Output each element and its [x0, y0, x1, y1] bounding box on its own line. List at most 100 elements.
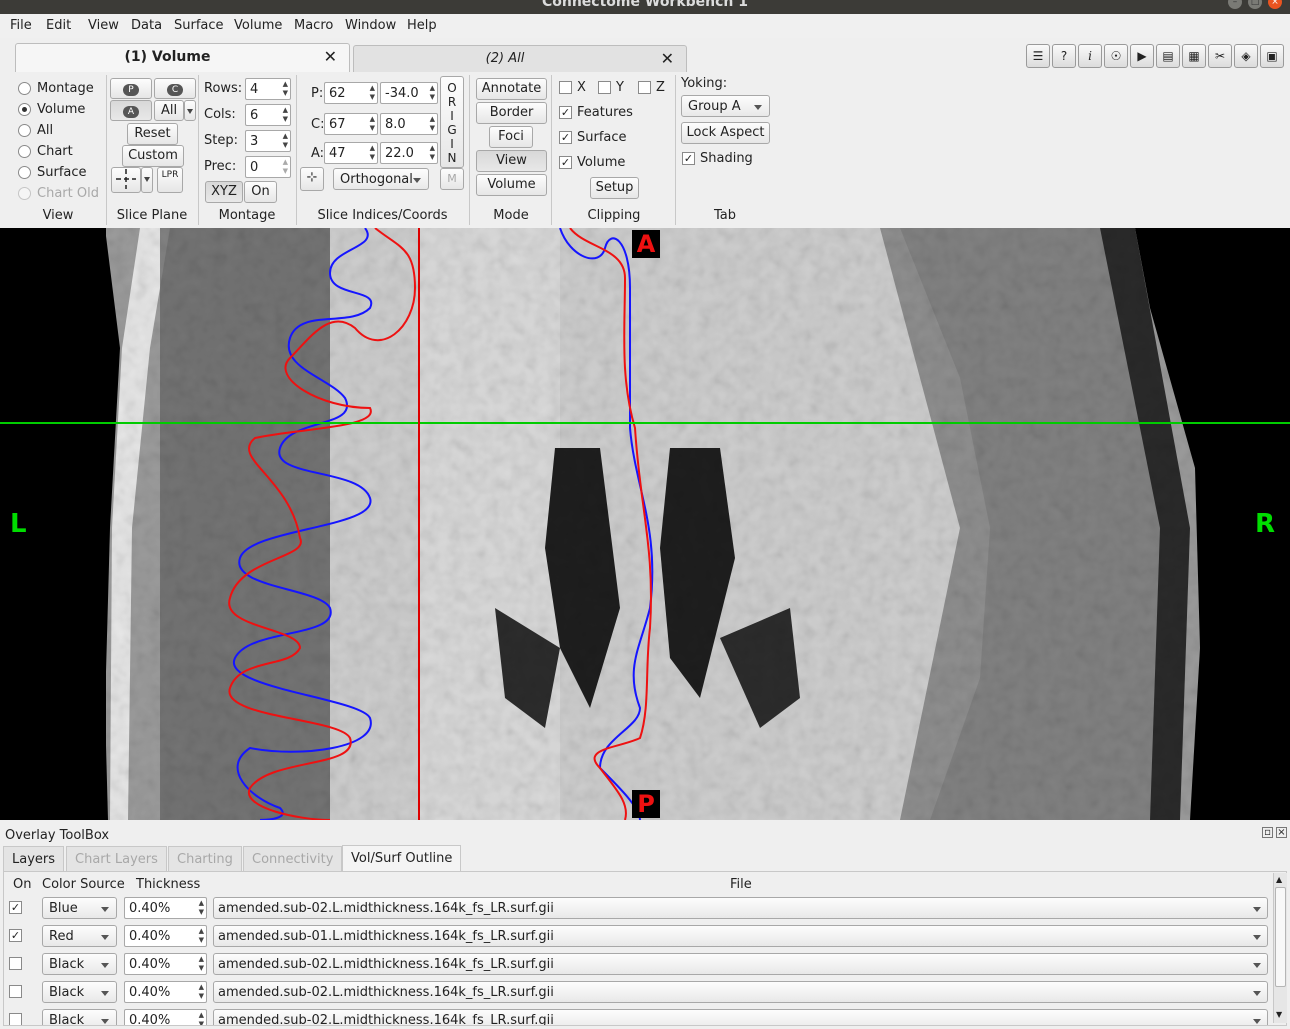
file-combo[interactable]: amended.sub-02.L.midthickness.164k_fs_LR…	[213, 897, 1268, 919]
reset-button[interactable]: Reset	[127, 123, 178, 145]
clip-surface-checkbox[interactable]: ✓	[559, 131, 572, 144]
prec-label: Prec:	[204, 159, 237, 174]
tab-layers[interactable]: Layers	[3, 846, 65, 871]
slice-parasagittal-button[interactable]: P	[110, 78, 152, 99]
custom-button[interactable]: Custom	[122, 145, 184, 167]
orientation-labels-button[interactable]: LPR	[157, 167, 183, 193]
color-source-combo[interactable]: Black	[42, 1009, 117, 1025]
color-source-combo[interactable]: Blue	[42, 897, 117, 919]
mode-annotate-button[interactable]: Annotate	[476, 78, 547, 100]
slice-coronal-button[interactable]: C	[154, 78, 196, 99]
scroll-up-icon[interactable]: ▲	[1276, 875, 1282, 884]
menu-bar: File Edit View Data Surface Volume Macro…	[0, 14, 1290, 38]
settings-icon[interactable]: ✂	[1208, 44, 1232, 68]
cols-spinbox[interactable]: 6 ▲ ▼	[245, 104, 291, 126]
thickness-spinbox[interactable]: 0.40% ▲ ▼	[124, 1009, 207, 1025]
menu-surface[interactable]: Surface	[174, 18, 224, 33]
c-coord-spinbox[interactable]: 8.0 ▲ ▼	[380, 113, 438, 135]
menu-volume[interactable]: Volume	[234, 18, 282, 33]
clip-features-checkbox[interactable]: ✓	[559, 106, 572, 119]
tab-volume[interactable]: (1) Volume ✕	[15, 43, 350, 72]
movie-icon[interactable]: ▶	[1130, 44, 1154, 68]
mode-view-button[interactable]: View	[476, 150, 547, 172]
tab-chart-layers: Chart Layers	[66, 846, 167, 871]
step-spinbox[interactable]: 3 ▲ ▼	[245, 130, 291, 152]
overlay-layers-icon[interactable]: ◈	[1234, 44, 1258, 68]
view-volume-radio[interactable]	[18, 103, 31, 116]
crosshair-dropdown[interactable]	[141, 167, 153, 193]
thickness-spinbox[interactable]: 0.40% ▲ ▼	[124, 981, 207, 1003]
menu-file[interactable]: File	[10, 18, 32, 33]
scene-icon[interactable]: ▤	[1156, 44, 1180, 68]
file-combo[interactable]: amended.sub-01.L.midthickness.164k_fs_LR…	[213, 925, 1268, 947]
inspect-icon[interactable]: ☉	[1104, 44, 1128, 68]
capture-icon[interactable]: ▦	[1182, 44, 1206, 68]
menu-help[interactable]: Help	[407, 18, 437, 33]
lock-aspect-button[interactable]: Lock Aspect	[681, 122, 770, 144]
thickness-spinbox[interactable]: 0.40% ▲ ▼	[124, 897, 207, 919]
float-panel-icon[interactable]: ▫	[1262, 827, 1273, 838]
outline-on-checkbox[interactable]	[9, 985, 22, 998]
outline-on-checkbox[interactable]	[9, 957, 22, 970]
prec-spinbox[interactable]: 0 ▲ ▼	[245, 156, 291, 178]
view-chart-radio[interactable]	[18, 145, 31, 158]
a-coord-spinbox[interactable]: 22.0 ▲ ▼	[380, 142, 438, 164]
slice-axial-button[interactable]: A	[110, 100, 152, 121]
info-panel-icon[interactable]: ☰	[1026, 44, 1050, 68]
a-index-spinbox[interactable]: 47 ▲ ▼	[324, 142, 378, 164]
xyz-button[interactable]: XYZ	[205, 181, 243, 203]
outline-on-checkbox[interactable]: ✓	[9, 929, 22, 942]
help-icon[interactable]: ?	[1052, 44, 1076, 68]
menu-macro[interactable]: Macro	[294, 18, 333, 33]
scrollbar-thumb[interactable]	[1275, 887, 1286, 987]
menu-window[interactable]: Window	[345, 18, 396, 33]
identify-icon[interactable]: i	[1078, 44, 1102, 68]
menu-edit[interactable]: Edit	[46, 18, 71, 33]
menu-data[interactable]: Data	[131, 18, 162, 33]
close-tab-icon[interactable]: ✕	[324, 47, 337, 66]
slice-projection-combo[interactable]: Orthogonal	[333, 168, 429, 190]
montage-on-button[interactable]: On	[244, 181, 277, 203]
file-combo[interactable]: amended.sub-02.L.midthickness.164k_fs_LR…	[213, 981, 1268, 1003]
thickness-spinbox[interactable]: 0.40% ▲ ▼	[124, 925, 207, 947]
clipping-setup-button[interactable]: Setup	[590, 177, 639, 199]
volume-viewport[interactable]: L R A P	[0, 228, 1290, 820]
close-tab-icon[interactable]: ✕	[661, 49, 674, 68]
outline-on-checkbox[interactable]	[9, 1013, 22, 1025]
p-index-spinbox[interactable]: 62 ▲ ▼	[324, 82, 378, 104]
view-montage-radio[interactable]	[18, 82, 31, 95]
mode-volume-button[interactable]: Volume	[476, 174, 547, 196]
p-coord-spinbox[interactable]: -34.0 ▲ ▼	[380, 82, 438, 104]
clip-z-checkbox[interactable]	[638, 81, 651, 94]
clip-x-checkbox[interactable]	[559, 81, 572, 94]
clip-volume-checkbox[interactable]: ✓	[559, 156, 572, 169]
menu-view[interactable]: View	[88, 18, 119, 33]
color-source-combo[interactable]: Black	[42, 981, 117, 1003]
move-to-identified-icon[interactable]: ⊹	[300, 167, 324, 191]
slice-all-button[interactable]: All	[154, 100, 184, 121]
slice-all-dropdown[interactable]	[184, 100, 196, 121]
file-combo[interactable]: amended.sub-02.L.midthickness.164k_fs_LR…	[213, 953, 1268, 975]
yoking-combo[interactable]: Group A	[681, 95, 770, 117]
overlay-vertical-scrollbar[interactable]: ▲ ▼	[1273, 873, 1287, 1023]
color-source-combo[interactable]: Black	[42, 953, 117, 975]
clip-y-checkbox[interactable]	[598, 81, 611, 94]
mode-foci-button[interactable]: Foci	[489, 126, 533, 148]
tab-all[interactable]: (2) All ✕	[353, 45, 687, 72]
toolbox-icon[interactable]: ▣	[1260, 44, 1284, 68]
color-source-combo[interactable]: Red	[42, 925, 117, 947]
rows-spinbox[interactable]: 4 ▲ ▼	[245, 78, 291, 100]
crosshair-icon[interactable]	[111, 167, 141, 193]
thickness-spinbox[interactable]: 0.40% ▲ ▼	[124, 953, 207, 975]
file-combo[interactable]: amended.sub-02.L.midthickness.164k_fs_LR…	[213, 1009, 1268, 1025]
origin-button[interactable]: ORIGIN	[440, 76, 464, 168]
close-panel-icon[interactable]: ×	[1276, 827, 1287, 838]
tab-vol-surf-outline[interactable]: Vol/Surf Outline	[342, 845, 462, 872]
scroll-down-icon[interactable]: ▼	[1276, 1010, 1282, 1019]
view-surface-radio[interactable]	[18, 166, 31, 179]
shading-checkbox[interactable]: ✓	[682, 152, 695, 165]
outline-on-checkbox[interactable]: ✓	[9, 901, 22, 914]
mode-border-button[interactable]: Border	[476, 102, 547, 124]
view-all-radio[interactable]	[18, 124, 31, 137]
c-index-spinbox[interactable]: 67 ▲ ▼	[324, 113, 378, 135]
